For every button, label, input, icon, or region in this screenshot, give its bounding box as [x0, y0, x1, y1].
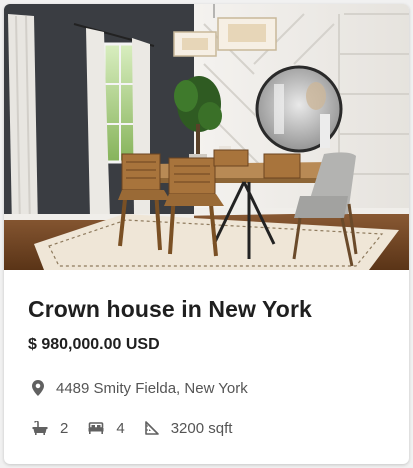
feature-area: 3200 sqft [144, 419, 233, 437]
bed-icon [88, 422, 104, 434]
area-size: 3200 sqft [170, 419, 233, 437]
property-title[interactable]: Crown house in New York [28, 296, 312, 323]
property-price: $ 980,000.00 USD [28, 336, 160, 353]
property-photo[interactable] [4, 4, 409, 270]
property-details: Crown house in New York $ 980,000.00 USD… [4, 270, 409, 464]
feature-bathrooms: 2 [32, 420, 68, 437]
ruler-triangle-icon [144, 421, 159, 435]
address-text: 4489 Smity Fielda, New York [56, 379, 248, 397]
bathrooms-count: 2 [60, 419, 69, 437]
property-features: 2 4 3200 sqft [32, 418, 252, 438]
property-address: 4489 Smity Fielda, New York [32, 378, 248, 398]
feature-bedrooms: 4 [88, 419, 125, 437]
bathtub-icon [32, 421, 48, 435]
property-card[interactable]: Crown house in New York $ 980,000.00 USD… [4, 4, 409, 464]
location-pin-icon [32, 380, 44, 396]
bedrooms-count: 4 [116, 419, 125, 437]
